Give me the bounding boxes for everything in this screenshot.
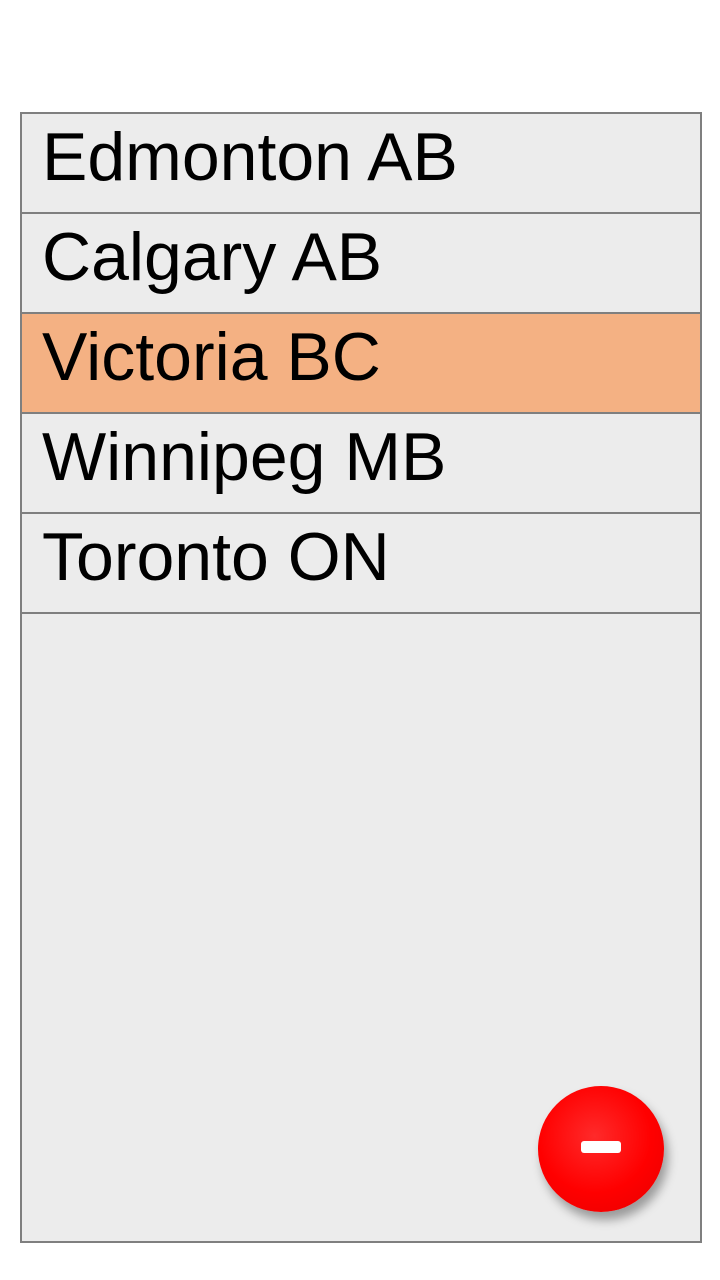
list-item-label: Calgary AB: [42, 219, 383, 295]
list-item-selected[interactable]: Victoria BC: [22, 314, 700, 414]
list-item-label: Winnipeg MB: [42, 419, 447, 495]
remove-item-button[interactable]: [538, 1086, 664, 1212]
list-item-label: Edmonton AB: [42, 119, 458, 195]
list-item[interactable]: Toronto ON: [22, 514, 700, 614]
list-item-label: Toronto ON: [42, 519, 390, 595]
city-list: Edmonton AB Calgary AB Victoria BC Winni…: [22, 114, 700, 614]
list-item-label: Victoria BC: [42, 319, 381, 395]
list-item[interactable]: Winnipeg MB: [22, 414, 700, 514]
city-list-panel: Edmonton AB Calgary AB Victoria BC Winni…: [20, 112, 702, 1243]
list-item[interactable]: Calgary AB: [22, 214, 700, 314]
list-item[interactable]: Edmonton AB: [22, 114, 700, 214]
minus-icon: [581, 1141, 621, 1153]
